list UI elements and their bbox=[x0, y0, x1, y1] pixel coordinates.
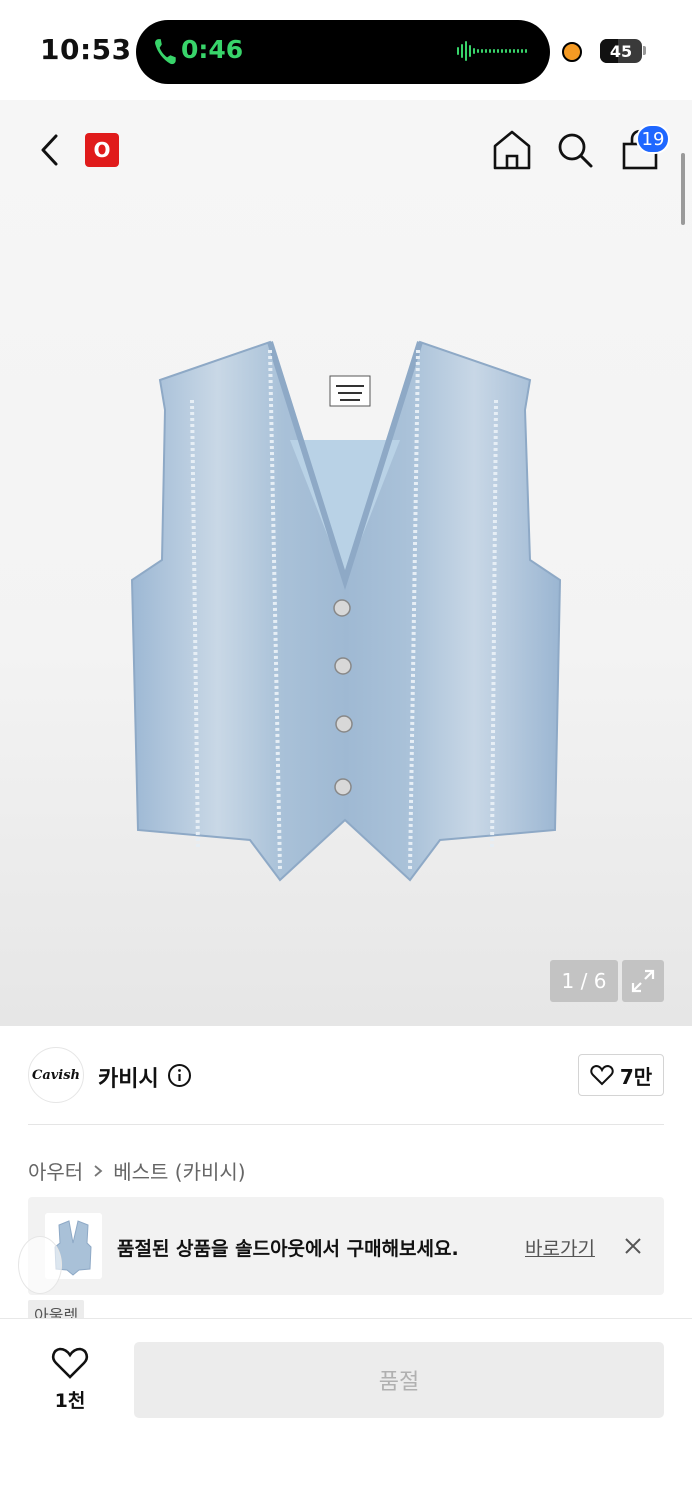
product-page: 10:53 0:46 45 O 19 1 / 6 Cavish 카비시 7만 아… bbox=[0, 0, 692, 1500]
divider bbox=[28, 1124, 664, 1125]
back-arrow-icon[interactable] bbox=[34, 130, 66, 170]
expand-icon bbox=[631, 969, 655, 993]
chevron-right-icon bbox=[94, 1164, 103, 1177]
banner-message: 품절된 상품을 솔드아웃에서 구매해보세요. bbox=[117, 1238, 459, 1260]
status-bar: 10:53 0:46 45 bbox=[0, 0, 692, 100]
store-logo-badge[interactable]: O bbox=[85, 133, 119, 167]
audio-wave-icon bbox=[457, 40, 529, 62]
product-like-count: 1천 bbox=[54, 1390, 86, 1412]
home-icon[interactable] bbox=[492, 128, 532, 172]
call-duration: 0:46 bbox=[181, 35, 244, 64]
status-time: 10:53 bbox=[40, 33, 132, 66]
brand-logo-text: Cavish bbox=[31, 1067, 81, 1083]
expand-button[interactable] bbox=[622, 960, 664, 1002]
scrollbar[interactable] bbox=[681, 153, 685, 225]
brand-name[interactable]: 카비시 bbox=[98, 1061, 159, 1093]
brand-like-count: 7만 bbox=[619, 1064, 653, 1089]
breadcrumb-subcategory[interactable]: 베스트 (카비시) bbox=[113, 1156, 245, 1185]
battery-cap bbox=[643, 46, 646, 55]
brand-logo[interactable]: Cavish bbox=[28, 1047, 84, 1103]
breadcrumb-category[interactable]: 아우터 bbox=[28, 1156, 83, 1185]
cart-count-badge: 19 bbox=[636, 124, 670, 154]
outlet-floating-button[interactable] bbox=[18, 1236, 62, 1294]
soldout-button[interactable]: 품절 bbox=[134, 1342, 664, 1418]
banner-go-link[interactable]: 바로가기 bbox=[525, 1234, 595, 1261]
brand-like-button[interactable]: 7만 bbox=[578, 1054, 664, 1096]
phone-icon bbox=[155, 39, 176, 65]
battery-indicator: 45 bbox=[600, 39, 642, 63]
image-page-counter: 1 / 6 bbox=[550, 960, 618, 1002]
product-image-denim-vest[interactable] bbox=[120, 330, 570, 890]
search-icon[interactable] bbox=[555, 128, 595, 172]
info-icon[interactable] bbox=[167, 1063, 192, 1088]
close-icon[interactable] bbox=[622, 1235, 644, 1257]
soldout-banner[interactable]: 품절된 상품을 솔드아웃에서 구매해보세요. 바로가기 bbox=[28, 1197, 664, 1295]
recording-indicator-icon bbox=[562, 42, 582, 62]
heart-icon bbox=[590, 1064, 614, 1086]
heart-icon[interactable] bbox=[50, 1346, 90, 1380]
battery-level: 45 bbox=[609, 41, 633, 61]
breadcrumb: 아우터 베스트 (카비시) bbox=[28, 1156, 246, 1185]
